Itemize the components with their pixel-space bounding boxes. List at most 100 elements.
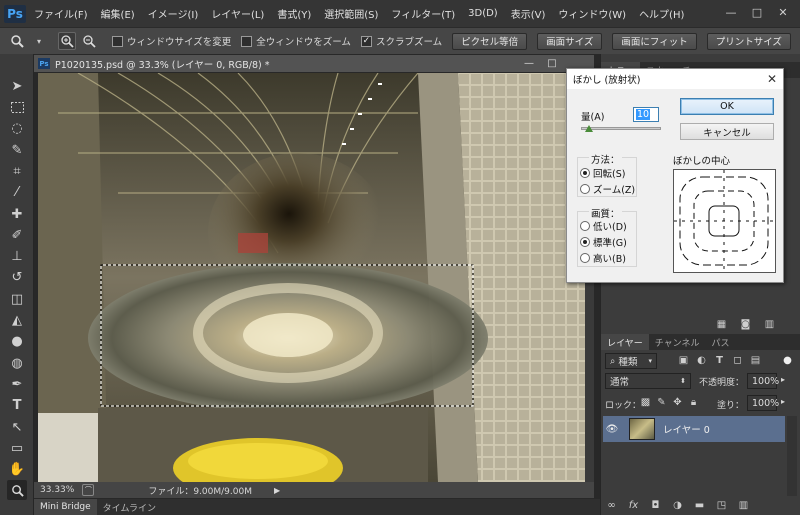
actual-pixels-button[interactable]: ピクセル等倍	[452, 32, 528, 50]
layers-scrollbar[interactable]	[787, 416, 797, 496]
quality-draft-dot[interactable]	[580, 221, 590, 231]
zoom-all-windows-checkbox[interactable]: 全ウィンドウをズーム	[241, 34, 351, 48]
zoom-in-icon[interactable]	[58, 32, 76, 50]
tab-layers[interactable]: レイヤー	[601, 334, 649, 350]
amount-slider-thumb[interactable]	[585, 125, 593, 132]
scrubby-zoom-checkbox[interactable]: ✓ スクラブズーム	[360, 34, 442, 48]
filter-shape-icon[interactable]: ◻	[731, 354, 744, 367]
doc-maximize-icon[interactable]: □	[543, 55, 561, 72]
crop-tool-icon[interactable]: ⌗	[7, 161, 27, 181]
fill-input[interactable]: 100%	[747, 395, 779, 411]
new-fill-layer-icon[interactable]: ◑	[671, 499, 684, 512]
dialog-titlebar[interactable]: ぼかし (放射状) ✕	[567, 69, 783, 89]
fit-screen-button[interactable]: 画面にフィット	[612, 32, 697, 50]
healing-brush-tool-icon[interactable]: ✚	[7, 204, 27, 224]
layer-name[interactable]: レイヤー 0	[663, 422, 710, 436]
amount-slider-track[interactable]	[581, 127, 661, 130]
method-zoom-dot[interactable]	[580, 184, 590, 194]
move-tool-icon[interactable]: ➤	[7, 76, 27, 96]
zoom-out-icon[interactable]	[80, 32, 98, 50]
fill-dropdown-icon[interactable]: ▸	[781, 397, 785, 406]
scrubby-zoom-box[interactable]: ✓	[360, 35, 372, 47]
lasso-tool-icon[interactable]: ◌	[7, 118, 27, 138]
clone-stamp-tool-icon[interactable]: ⊥	[7, 246, 27, 266]
dialog-close-icon[interactable]: ✕	[767, 72, 777, 86]
menu-image[interactable]: イメージ(I)	[148, 6, 199, 21]
screen-size-button[interactable]: 画面サイズ	[537, 32, 603, 50]
filter-type-icon[interactable]: T	[713, 354, 726, 367]
method-spin-dot[interactable]	[580, 168, 590, 178]
menu-view[interactable]: 表示(V)	[511, 6, 546, 21]
opacity-dropdown-icon[interactable]: ▸	[781, 375, 785, 384]
zoom-level[interactable]: 33.33%	[40, 485, 74, 495]
filter-smart-object-icon[interactable]: ▤	[749, 354, 762, 367]
lock-all-icon[interactable]: 🔒︎	[687, 396, 700, 409]
tab-mini-bridge[interactable]: Mini Bridge	[34, 499, 97, 515]
amount-input[interactable]: 10	[633, 107, 659, 122]
layer-row[interactable]: 👁︎ レイヤー 0	[603, 416, 785, 442]
opacity-input[interactable]: 100%	[747, 373, 779, 389]
layer-filter-kind[interactable]: ⌕ 種類 ▾	[605, 353, 657, 369]
share-icon[interactable]: ⌒	[82, 484, 95, 496]
ok-button[interactable]: OK	[680, 98, 774, 115]
close-icon[interactable]: ✕	[774, 4, 792, 20]
add-mask-icon[interactable]: ◘	[649, 499, 662, 512]
history-brush-tool-icon[interactable]: ↺	[7, 267, 27, 287]
menu-file[interactable]: ファイル(F)	[34, 6, 88, 21]
print-size-button[interactable]: プリントサイズ	[706, 32, 791, 50]
eyedropper-tool-icon[interactable]: ⁄	[7, 182, 27, 202]
method-zoom-radio[interactable]: ズーム(Z)	[580, 182, 635, 196]
zoom-all-windows-box[interactable]	[241, 35, 253, 47]
resize-windows-box[interactable]	[112, 35, 123, 47]
quality-draft-radio[interactable]: 低い(D)	[580, 219, 627, 233]
filter-pixel-icon[interactable]: ▣	[677, 354, 690, 367]
minimize-icon[interactable]: —	[722, 4, 740, 20]
menu-filter[interactable]: フィルター(T)	[391, 6, 455, 21]
blur-tool-icon[interactable]: ●	[7, 331, 27, 351]
quality-good-radio[interactable]: 標準(G)	[580, 235, 627, 249]
menu-help[interactable]: ヘルプ(H)	[639, 6, 684, 21]
lock-transparent-icon[interactable]: ▩	[639, 396, 652, 409]
type-tool-icon[interactable]: T	[7, 395, 27, 415]
method-spin-radio[interactable]: 回転(S)	[580, 166, 625, 180]
status-menu-arrow-icon[interactable]: ▶	[274, 486, 280, 495]
delete-layer-icon[interactable]: ▥	[737, 499, 750, 512]
tab-timeline[interactable]: タイムライン	[97, 499, 162, 515]
filter-adjustment-icon[interactable]: ◐	[695, 354, 708, 367]
cancel-button[interactable]: キャンセル	[680, 123, 774, 140]
camera-icon[interactable]: ◙	[739, 318, 752, 331]
visibility-eye-icon[interactable]: 👁︎	[603, 424, 621, 435]
tab-paths[interactable]: パス	[705, 334, 735, 350]
blur-center-preview[interactable]	[673, 169, 776, 273]
blend-mode-select[interactable]: 通常 ⬍	[605, 373, 691, 389]
dodge-tool-icon[interactable]: ◍	[7, 353, 27, 373]
hand-tool-icon[interactable]: ✋	[7, 459, 27, 479]
pen-tool-icon[interactable]: ✒	[7, 374, 27, 394]
menu-select[interactable]: 選択範囲(S)	[324, 6, 378, 21]
tool-preset-dropdown-icon[interactable]: ▾	[30, 32, 48, 50]
quality-good-dot[interactable]	[580, 237, 590, 247]
menu-edit[interactable]: 編集(E)	[101, 6, 135, 21]
quick-select-tool-icon[interactable]: ✎	[7, 140, 27, 160]
layer-style-icon[interactable]: fx	[627, 499, 640, 512]
maximize-icon[interactable]: □	[748, 4, 766, 20]
document-tab[interactable]: Ps P1020135.psd @ 33.3% (レイヤー 0, RGB/8) …	[34, 55, 594, 72]
doc-minimize-icon[interactable]: —	[520, 55, 538, 72]
quality-best-dot[interactable]	[580, 253, 590, 263]
marquee-tool-icon[interactable]	[7, 97, 27, 117]
menu-window[interactable]: ウィンドウ(W)	[558, 6, 626, 21]
zoom-tool-icon[interactable]	[8, 32, 26, 50]
filter-toggle-icon[interactable]: ●	[781, 354, 794, 367]
quality-best-radio[interactable]: 高い(B)	[580, 251, 626, 265]
document-canvas[interactable]	[38, 73, 585, 482]
menu-layer[interactable]: レイヤー(L)	[211, 6, 264, 21]
zoom-tool-icon[interactable]	[7, 480, 27, 500]
menu-3d[interactable]: 3D(D)	[468, 8, 498, 19]
path-selection-tool-icon[interactable]: ↖	[7, 417, 27, 437]
brush-tool-icon[interactable]: ✐	[7, 225, 27, 245]
tab-channels[interactable]: チャンネル	[649, 334, 706, 350]
new-layer-icon[interactable]: ◳	[715, 499, 728, 512]
lock-image-icon[interactable]: ✎	[655, 396, 668, 409]
new-group-icon[interactable]: ▬	[693, 499, 706, 512]
eraser-tool-icon[interactable]: ◫	[7, 289, 27, 309]
